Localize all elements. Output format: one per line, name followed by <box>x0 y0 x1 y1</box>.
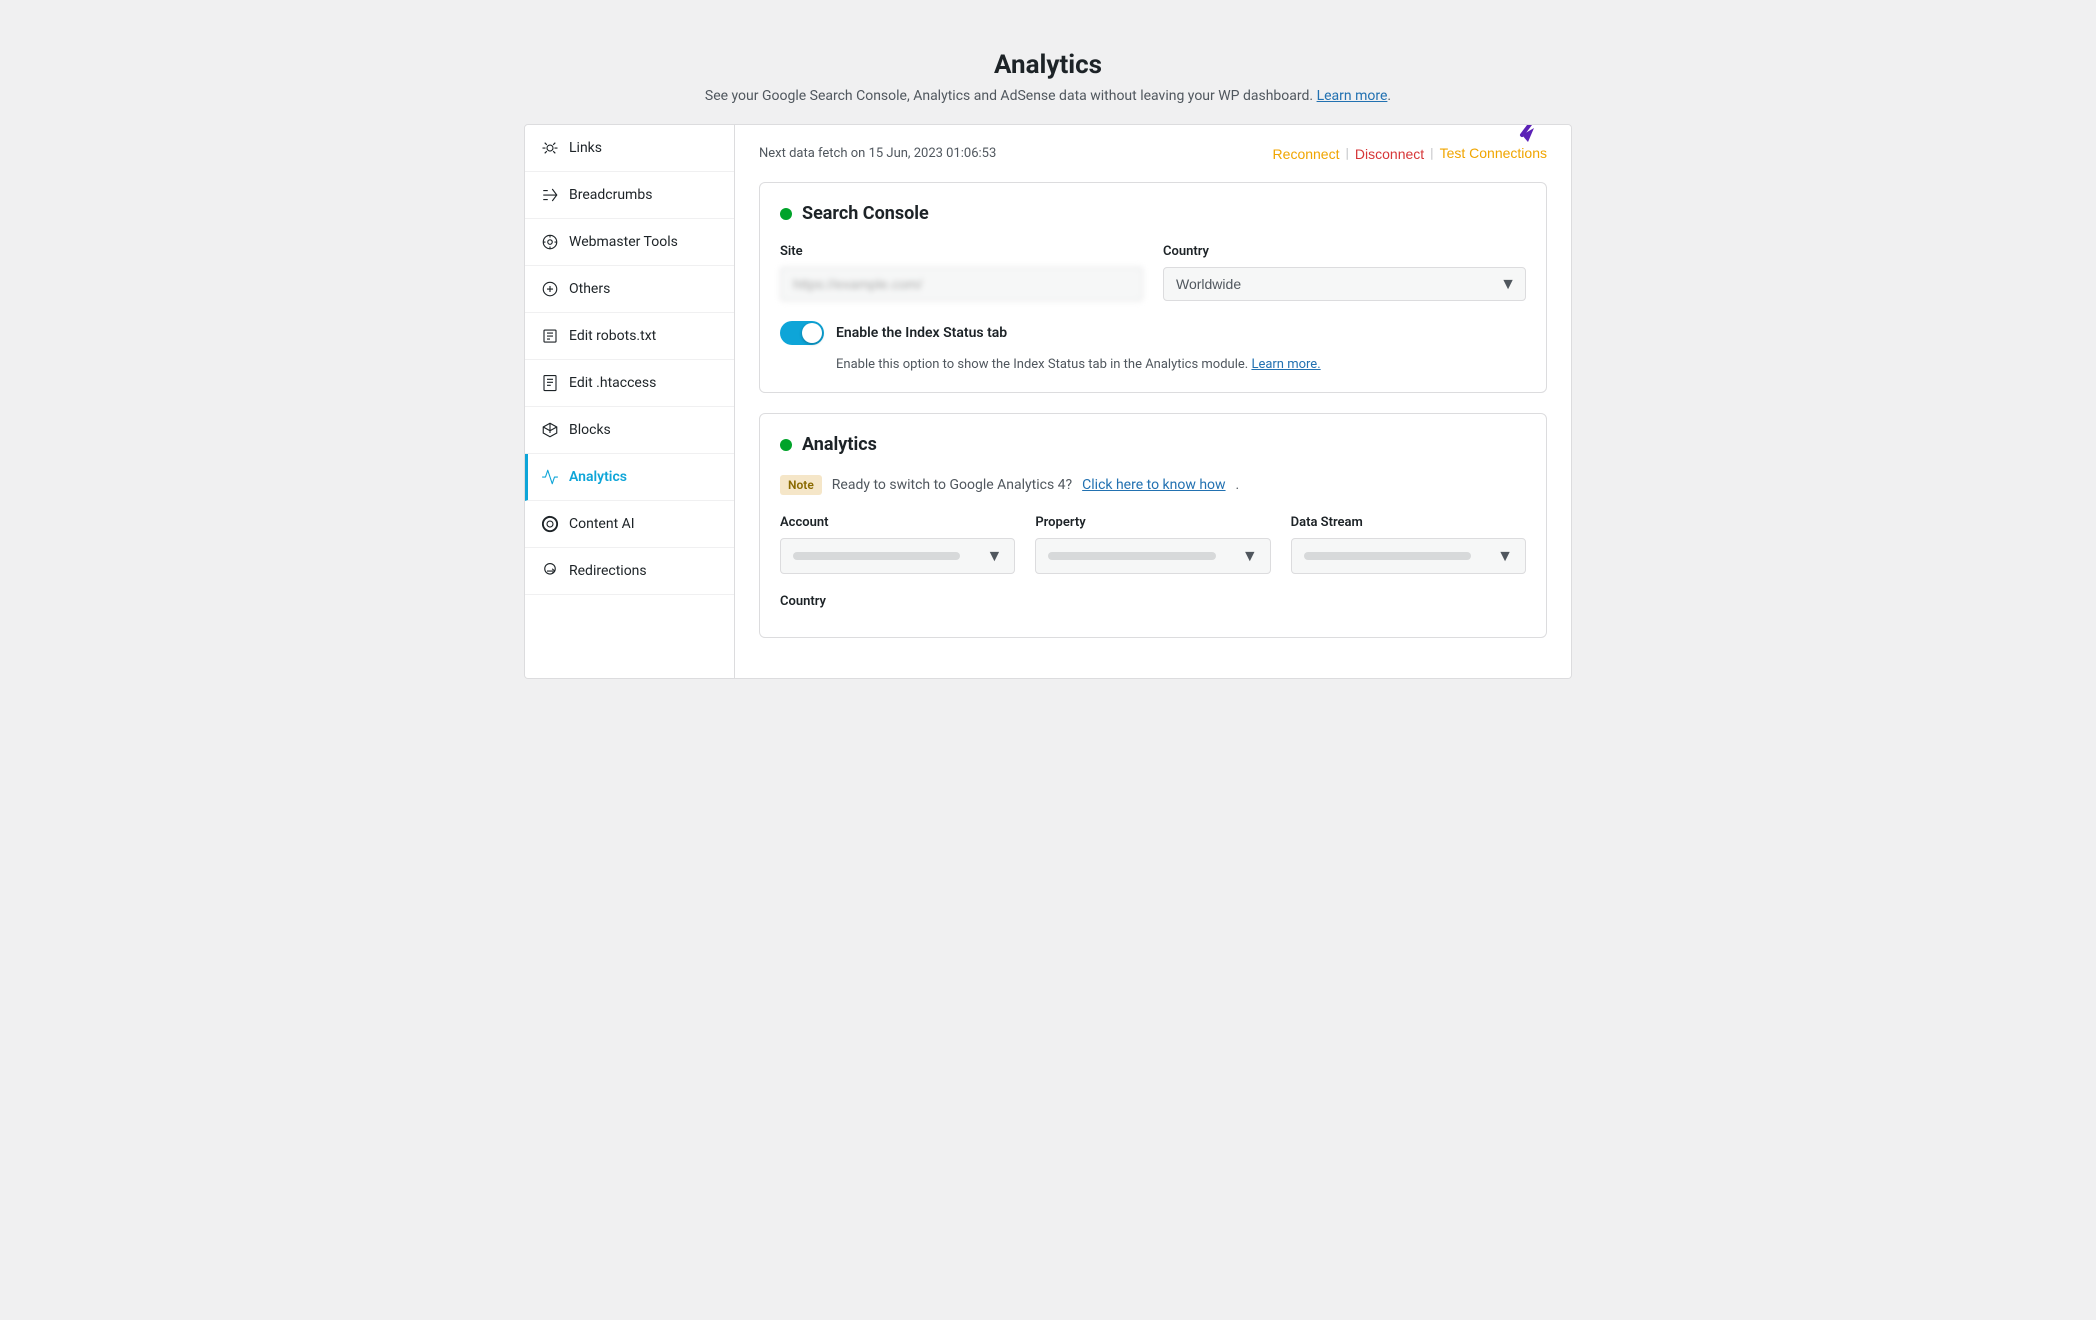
site-input[interactable] <box>780 267 1143 301</box>
search-console-header: Search Console <box>780 203 1526 224</box>
sidebar-label-analytics: Analytics <box>569 469 627 485</box>
sidebar-item-content-ai[interactable]: Content AI <box>525 501 734 548</box>
toggle-knob <box>802 323 822 343</box>
links-icon <box>541 139 559 157</box>
content-area: Next data fetch on 15 Jun, 2023 01:06:53… <box>735 125 1571 678</box>
sidebar-item-blocks[interactable]: Blocks <box>525 407 734 454</box>
data-stream-chevron-icon: ▼ <box>1497 546 1513 566</box>
learn-more-link[interactable]: Learn more <box>1317 88 1388 104</box>
analytics-country-form-group: Country <box>780 594 1526 609</box>
analytics-card: Analytics Note Ready to switch to Google… <box>759 413 1547 638</box>
toggle-row: Enable the Index Status tab <box>780 321 1526 345</box>
sidebar-item-others[interactable]: Others <box>525 266 734 313</box>
country-select[interactable]: Worldwide <box>1163 267 1526 301</box>
sidebar-item-breadcrumbs[interactable]: Breadcrumbs <box>525 172 734 219</box>
sidebar-label-edit-htaccess: Edit .htaccess <box>569 375 656 391</box>
page-wrapper: Analytics See your Google Search Console… <box>524 20 1572 1300</box>
sidebar-label-edit-robots: Edit robots.txt <box>569 328 656 344</box>
property-select[interactable]: ▼ <box>1035 538 1270 574</box>
content-ai-icon <box>541 515 559 533</box>
index-status-toggle[interactable] <box>780 321 824 345</box>
sidebar-label-links: Links <box>569 140 602 156</box>
toggle-label: Enable the Index Status tab <box>836 325 1007 341</box>
sidebar-label-blocks: Blocks <box>569 422 611 438</box>
htaccess-icon <box>541 374 559 392</box>
analytics-icon <box>541 468 559 486</box>
toggle-learn-more-link[interactable]: Learn more. <box>1251 357 1320 372</box>
separator-1: | <box>1345 146 1348 162</box>
sidebar-label-breadcrumbs: Breadcrumbs <box>569 187 652 203</box>
account-form-group: Account ▼ <box>780 515 1015 574</box>
data-stream-blur-bar <box>1304 552 1471 560</box>
account-select[interactable]: ▼ <box>780 538 1015 574</box>
next-fetch-text: Next data fetch on 15 Jun, 2023 01:06:53 <box>759 146 996 161</box>
page-title: Analytics <box>544 50 1552 80</box>
toggle-description: Enable this option to show the Index Sta… <box>836 357 1526 372</box>
account-label: Account <box>780 515 1015 530</box>
account-chevron-icon: ▼ <box>986 546 1002 566</box>
analytics-form-row: Account ▼ Property ▼ D <box>780 515 1526 574</box>
sidebar-label-content-ai: Content AI <box>569 516 635 532</box>
sidebar-item-webmaster-tools[interactable]: Webmaster Tools <box>525 219 734 266</box>
note-row: Note Ready to switch to Google Analytics… <box>780 475 1526 495</box>
account-blur-bar <box>793 552 960 560</box>
site-label: Site <box>780 244 1143 259</box>
page-header: Analytics See your Google Search Console… <box>524 20 1572 124</box>
property-chevron-icon: ▼ <box>1242 546 1258 566</box>
sidebar-item-links[interactable]: Links <box>525 125 734 172</box>
arrow-indicator <box>1512 124 1562 150</box>
note-link[interactable]: Click here to know how <box>1082 477 1225 493</box>
sidebar-item-edit-htaccess[interactable]: Edit .htaccess <box>525 360 734 407</box>
sidebar-label-webmaster-tools: Webmaster Tools <box>569 234 678 250</box>
data-stream-select[interactable]: ▼ <box>1291 538 1526 574</box>
site-form-group: Site <box>780 244 1143 301</box>
test-connections-wrapper: Test Connections <box>1440 145 1547 162</box>
analytics-card-title: Analytics <box>802 434 877 455</box>
sidebar-item-redirections[interactable]: Redirections <box>525 548 734 595</box>
analytics-country-label: Country <box>780 594 1526 609</box>
breadcrumbs-icon <box>541 186 559 204</box>
country-label: Country <box>1163 244 1526 259</box>
property-blur-bar <box>1048 552 1215 560</box>
sidebar: Links Breadcrumbs Webmaster Tools Others <box>525 125 735 678</box>
sidebar-item-analytics[interactable]: Analytics <box>525 454 734 501</box>
note-text: Ready to switch to Google Analytics 4? <box>832 477 1072 493</box>
action-links: Reconnect | Disconnect | Test Connection… <box>1273 145 1547 162</box>
analytics-status-dot <box>780 439 792 451</box>
data-stream-label: Data Stream <box>1291 515 1526 530</box>
separator-2: | <box>1430 146 1433 162</box>
reconnect-button[interactable]: Reconnect <box>1273 146 1340 162</box>
others-icon <box>541 280 559 298</box>
robots-icon <box>541 327 559 345</box>
page-subtitle: See your Google Search Console, Analytic… <box>544 88 1552 104</box>
main-container: Links Breadcrumbs Webmaster Tools Others <box>524 124 1572 679</box>
webmaster-tools-icon <box>541 233 559 251</box>
search-console-form-row: Site Country Worldwide ▼ <box>780 244 1526 301</box>
note-badge: Note <box>780 475 822 495</box>
search-console-card: Search Console Site Country Worldwide <box>759 182 1547 393</box>
sidebar-label-others: Others <box>569 281 610 297</box>
country-form-group: Country Worldwide ▼ <box>1163 244 1526 301</box>
sidebar-item-edit-robots[interactable]: Edit robots.txt <box>525 313 734 360</box>
top-bar: Next data fetch on 15 Jun, 2023 01:06:53… <box>759 145 1547 162</box>
disconnect-button[interactable]: Disconnect <box>1355 146 1424 162</box>
search-console-status-dot <box>780 208 792 220</box>
analytics-card-header: Analytics <box>780 434 1526 455</box>
country-select-wrapper: Worldwide ▼ <box>1163 267 1526 301</box>
blocks-icon <box>541 421 559 439</box>
search-console-title: Search Console <box>802 203 929 224</box>
data-stream-form-group: Data Stream ▼ <box>1291 515 1526 574</box>
sidebar-label-redirections: Redirections <box>569 563 647 579</box>
property-label: Property <box>1035 515 1270 530</box>
property-form-group: Property ▼ <box>1035 515 1270 574</box>
redirections-icon <box>541 562 559 580</box>
